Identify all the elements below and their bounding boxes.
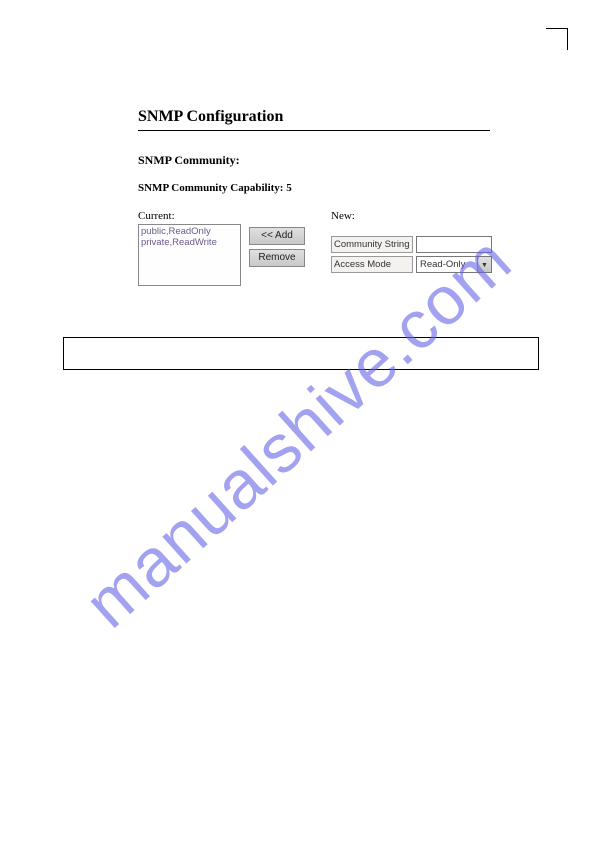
access-mode-select[interactable]: Read-Only ▼ [416,256,492,273]
add-button[interactable]: << Add [249,227,305,245]
section-heading: SNMP Community: [138,153,490,168]
community-string-input[interactable] [416,236,492,253]
current-label: Current: [138,210,241,222]
caption-box [63,337,539,370]
community-string-label: Community String [331,236,413,253]
new-column: New: Community String Access Mode Read-O… [331,210,492,276]
chevron-down-icon: ▼ [477,257,491,272]
remove-button[interactable]: Remove [249,249,305,267]
title-underline [138,130,490,131]
button-column: << Add Remove [249,227,305,267]
list-item[interactable]: public,ReadOnly [141,226,238,237]
list-item[interactable]: private,ReadWrite [141,237,238,248]
new-fields-table: Community String Access Mode Read-Only ▼ [331,236,492,273]
access-mode-label: Access Mode [331,256,413,273]
community-string-row: Community String [331,236,492,253]
corner-crop-mark [546,28,568,50]
access-mode-value: Read-Only [420,259,465,270]
capability-text: SNMP Community Capability: 5 [138,182,490,194]
main-content: SNMP Configuration SNMP Community: SNMP … [138,108,490,286]
page-title: SNMP Configuration [138,108,490,126]
new-label: New: [331,210,492,222]
current-listbox[interactable]: public,ReadOnly private,ReadWrite [138,224,241,286]
access-mode-row: Access Mode Read-Only ▼ [331,256,492,273]
form-row: Current: public,ReadOnly private,ReadWri… [138,210,490,286]
current-column: Current: public,ReadOnly private,ReadWri… [138,210,241,286]
